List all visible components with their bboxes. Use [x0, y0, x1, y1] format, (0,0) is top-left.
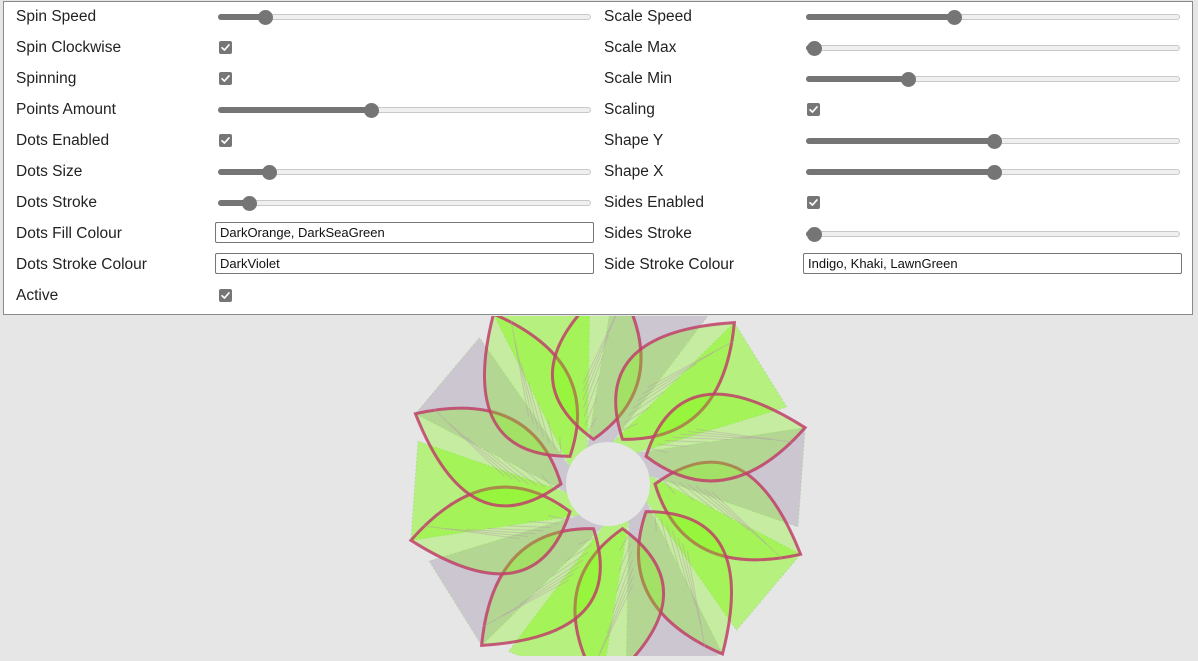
control-row-dots-enabled: Dots Enabled: [4, 126, 600, 157]
shape-x-slider[interactable]: [806, 165, 1180, 180]
slider-fill: [806, 76, 907, 82]
side-stroke-colour-label: Side Stroke Colour: [604, 256, 735, 273]
dots-enabled-label: Dots Enabled: [16, 132, 110, 149]
scale-speed-slider[interactable]: [806, 10, 1180, 25]
control-row-dots-size: Dots Size: [4, 157, 600, 188]
checkmark-icon: [221, 75, 230, 82]
control-row-shape-x: Shape X: [592, 157, 1194, 188]
control-row-dots-fill-colour: Dots Fill Colour: [4, 219, 600, 250]
spirograph-drawing: [408, 276, 808, 661]
control-row-shape-y: Shape Y: [592, 126, 1194, 157]
sides-enabled-checkbox[interactable]: [807, 196, 820, 209]
scale-min-slider[interactable]: [806, 72, 1180, 87]
slider-fill: [806, 138, 993, 144]
slider-thumb[interactable]: [987, 134, 1002, 149]
checkmark-icon: [221, 292, 230, 299]
scaling-label: Scaling: [604, 101, 655, 118]
shape-x-label: Shape X: [604, 163, 664, 180]
dots-stroke-colour-input[interactable]: [215, 253, 594, 274]
checkmark-icon: [809, 199, 818, 206]
spin-speed-label: Spin Speed: [16, 8, 97, 25]
slider-thumb[interactable]: [987, 165, 1002, 180]
controls-panel: Spin Speed Spin Clockwise Spinning Points A…: [3, 1, 1193, 315]
control-row-dots-stroke: Dots Stroke: [4, 188, 600, 219]
scale-max-label: Scale Max: [604, 39, 677, 56]
points-amount-slider[interactable]: [218, 103, 591, 118]
checkmark-icon: [221, 137, 230, 144]
side-stroke-colour-input[interactable]: [803, 253, 1182, 274]
control-row-spinning: Spinning: [4, 64, 600, 95]
scaling-checkbox[interactable]: [807, 103, 820, 116]
slider-thumb[interactable]: [242, 196, 258, 211]
shape-y-label: Shape Y: [604, 132, 664, 149]
sides-stroke-slider[interactable]: [806, 227, 1180, 242]
dots-stroke-label: Dots Stroke: [16, 194, 97, 211]
slider-thumb[interactable]: [807, 227, 822, 242]
shape-y-slider[interactable]: [806, 134, 1180, 149]
control-row-points-amount: Points Amount: [4, 95, 600, 126]
control-row-scale-speed: Scale Speed: [592, 2, 1194, 33]
control-row-scale-min: Scale Min: [592, 64, 1194, 95]
control-row-sides-stroke: Sides Stroke: [592, 219, 1194, 250]
slider-fill: [806, 14, 954, 20]
slider-thumb[interactable]: [947, 10, 963, 25]
slider-thumb[interactable]: [900, 72, 916, 87]
dots-size-slider[interactable]: [218, 165, 591, 180]
control-row-scale-max: Scale Max: [592, 33, 1194, 64]
scale-max-slider[interactable]: [806, 41, 1180, 56]
spin-clockwise-checkbox[interactable]: [219, 41, 232, 54]
control-row-dots-stroke-colour: Dots Stroke Colour: [4, 250, 600, 281]
spinning-checkbox[interactable]: [219, 72, 232, 85]
active-label: Active: [16, 287, 59, 304]
scale-min-label: Scale Min: [604, 70, 673, 87]
control-row-spin-speed: Spin Speed: [4, 2, 600, 33]
sides-stroke-label: Sides Stroke: [604, 225, 692, 242]
control-row-scaling: Scaling: [592, 95, 1194, 126]
slider-thumb[interactable]: [262, 165, 278, 180]
checkmark-icon: [809, 106, 818, 113]
dots-stroke-slider[interactable]: [218, 196, 591, 211]
spinning-label: Spinning: [16, 70, 77, 87]
slider-fill: [218, 169, 269, 175]
slider-fill: [218, 107, 371, 113]
scale-speed-label: Scale Speed: [604, 8, 692, 25]
animation-canvas[interactable]: [0, 276, 1198, 661]
points-amount-label: Points Amount: [16, 101, 116, 118]
sides-enabled-label: Sides Enabled: [604, 194, 704, 211]
control-row-spin-clockwise: Spin Clockwise: [4, 33, 600, 64]
slider-thumb[interactable]: [258, 10, 274, 25]
spin-clockwise-label: Spin Clockwise: [16, 39, 122, 56]
control-row-active: Active: [4, 281, 600, 312]
checkmark-icon: [221, 44, 230, 51]
control-row-side-stroke-colour: Side Stroke Colour: [592, 250, 1194, 281]
active-checkbox[interactable]: [219, 289, 232, 302]
slider-thumb[interactable]: [364, 103, 380, 118]
slider-fill: [806, 169, 993, 175]
dots-fill-colour-input[interactable]: [215, 222, 594, 243]
dots-fill-colour-label: Dots Fill Colour: [16, 225, 122, 242]
dots-enabled-checkbox[interactable]: [219, 134, 232, 147]
center-hole: [566, 442, 650, 526]
dots-size-label: Dots Size: [16, 163, 83, 180]
slider-thumb[interactable]: [807, 41, 822, 56]
spin-speed-slider[interactable]: [218, 10, 591, 25]
dots-stroke-colour-label: Dots Stroke Colour: [16, 256, 147, 273]
control-row-sides-enabled: Sides Enabled: [592, 188, 1194, 219]
